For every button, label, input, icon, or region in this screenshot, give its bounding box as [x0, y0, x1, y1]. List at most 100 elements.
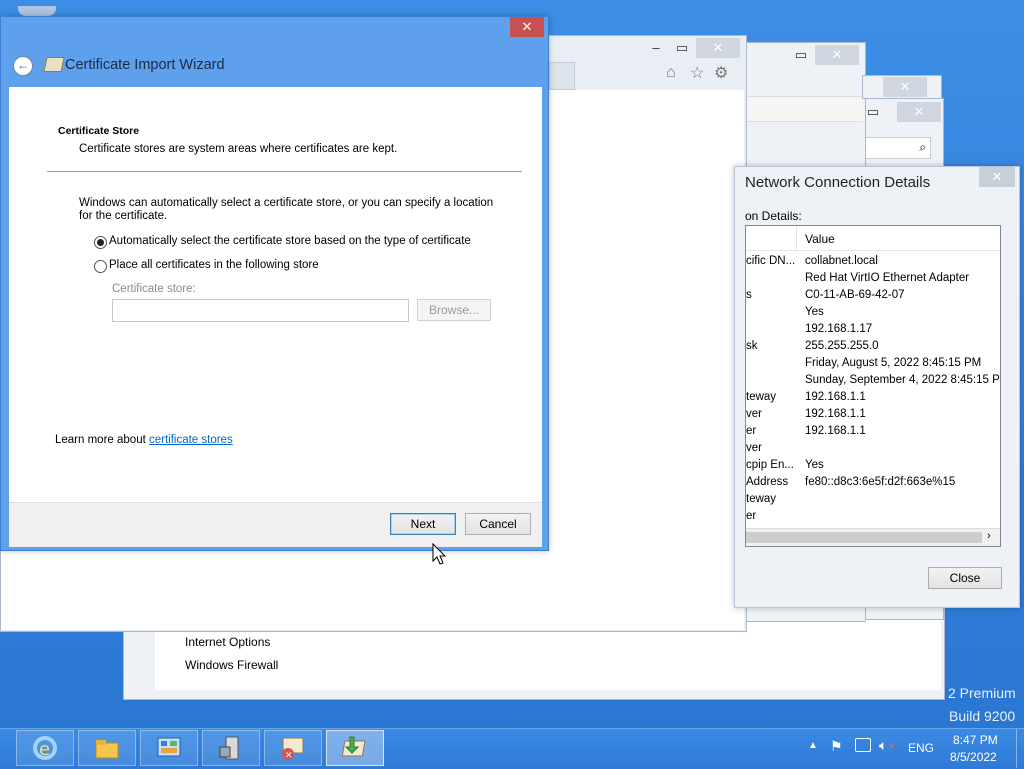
- column-divider: [796, 226, 797, 250]
- scroll-right-icon[interactable]: ›: [987, 530, 991, 542]
- taskbar-server-manager[interactable]: [202, 730, 260, 766]
- close-button[interactable]: ✕: [696, 38, 740, 58]
- radio-place-in-store-label[interactable]: Place all certificates in the following …: [109, 259, 319, 271]
- details-row[interactable]: sk 255.255.255.0: [746, 338, 1000, 355]
- details-row[interactable]: Address fe80::d8c3:6e5f:d2f:663e%15: [746, 474, 1000, 491]
- details-row-property: teway: [746, 493, 777, 505]
- details-row[interactable]: er: [746, 508, 1000, 525]
- scrollbar-thumb[interactable]: [746, 532, 982, 543]
- column-header-value[interactable]: Value: [805, 232, 835, 246]
- svg-text:e: e: [39, 739, 50, 760]
- details-row[interactable]: Sunday, September 4, 2022 8:45:15 PM: [746, 372, 1000, 389]
- details-row-value: 192.168.1.1: [805, 391, 866, 403]
- details-row-value: Friday, August 5, 2022 8:45:15 PM: [805, 357, 982, 369]
- minimize-button[interactable]: –: [647, 38, 665, 58]
- menu-strip: [743, 96, 863, 122]
- details-row-property: sk: [746, 340, 758, 352]
- section-title: Certificate Store: [58, 125, 140, 137]
- action-center-flag-icon[interactable]: ⚑: [830, 738, 843, 755]
- details-row[interactable]: cific DN... collabnet.local: [746, 253, 1000, 270]
- close-button[interactable]: ✕: [897, 102, 941, 122]
- details-row-property: s: [746, 289, 752, 301]
- details-title: Network Connection Details: [745, 174, 931, 191]
- section-divider: [47, 171, 522, 172]
- details-row-property: teway: [746, 391, 777, 403]
- details-row[interactable]: s C0-11-AB-69-42-07: [746, 287, 1000, 304]
- certificate-store-input[interactable]: [112, 299, 409, 322]
- network-icon[interactable]: [855, 738, 871, 752]
- details-row-property: cpip En...: [746, 459, 794, 471]
- details-row-value: 192.168.1.1: [805, 408, 866, 420]
- volume-muted-icon[interactable]: 🔈︎✕: [879, 737, 896, 754]
- show-desktop-button[interactable]: [1016, 729, 1024, 768]
- details-row-value: Red Hat VirtIO Ethernet Adapter: [805, 272, 970, 284]
- wizard-title: Certificate Import Wizard: [65, 57, 225, 73]
- details-row[interactable]: 192.168.1.17: [746, 321, 1000, 338]
- radio-auto-select-label[interactable]: Automatically select the certificate sto…: [109, 235, 471, 247]
- learn-more-prefix: Learn more about: [55, 434, 149, 446]
- certificate-error-icon: ✕: [282, 737, 304, 761]
- wizard-footer: Next Cancel: [9, 502, 542, 547]
- learn-more: Learn more about certificate stores: [55, 434, 233, 446]
- details-row-value: C0-11-AB-69-42-07: [805, 289, 905, 301]
- details-row-value: fe80::d8c3:6e5f:d2f:663e%15: [805, 476, 956, 488]
- search-input[interactable]: ⌕: [865, 137, 931, 159]
- details-close-button[interactable]: Close: [928, 567, 1002, 589]
- browse-button[interactable]: Browse...: [417, 299, 491, 321]
- taskbar-file-explorer[interactable]: [78, 730, 136, 766]
- cp-item-windows-firewall[interactable]: Windows Firewall: [185, 658, 278, 672]
- language-indicator[interactable]: ENG: [908, 741, 934, 755]
- certificate-icon: [43, 57, 65, 72]
- taskbar-certificate-error[interactable]: ✕: [264, 730, 322, 766]
- home-icon[interactable]: ⌂: [666, 64, 676, 82]
- details-row[interactable]: teway 192.168.1.1: [746, 389, 1000, 406]
- details-header: Value: [746, 226, 1000, 251]
- details-list[interactable]: Value cific DN... collabnet.local Red Hat …: [745, 225, 1001, 547]
- gear-icon[interactable]: ⚙: [714, 63, 728, 83]
- taskbar-control-panel[interactable]: [140, 730, 198, 766]
- minimize-button[interactable]: ▭: [865, 102, 881, 122]
- certificate-stores-link[interactable]: certificate stores: [149, 434, 233, 446]
- certificate-import-icon: [341, 736, 366, 757]
- show-hidden-icons-button[interactable]: ▲: [808, 740, 818, 751]
- details-row[interactable]: er 192.168.1.1: [746, 423, 1000, 440]
- search-icon: ⌕: [919, 140, 926, 154]
- cp-item-internet-options[interactable]: Internet Options: [185, 635, 270, 649]
- section-description: Certificate stores are system areas wher…: [79, 143, 398, 155]
- details-row-value: 192.168.1.17: [805, 323, 873, 335]
- radio-place-in-store[interactable]: [94, 260, 107, 273]
- certificate-import-wizard: ✕ ← Certificate Import Wizard Certificat…: [0, 16, 549, 551]
- server-manager-icon: [219, 736, 239, 760]
- maximize-button[interactable]: ▭: [793, 45, 809, 65]
- details-row[interactable]: Red Hat VirtIO Ethernet Adapter: [746, 270, 1000, 287]
- browser-tab[interactable]: [549, 62, 575, 90]
- svg-text:✕: ✕: [285, 751, 293, 761]
- details-row[interactable]: Friday, August 5, 2022 8:45:15 PM: [746, 355, 1000, 372]
- recycle-bin-icon[interactable]: [18, 6, 56, 16]
- details-subtitle: on Details:: [745, 209, 802, 223]
- network-details-dialog: Network Connection Details ✕ on Details:…: [734, 166, 1020, 608]
- next-button[interactable]: Next: [390, 513, 456, 535]
- control-panel-icon: [157, 737, 181, 757]
- details-row[interactable]: teway: [746, 491, 1000, 508]
- internet-explorer-icon: e: [33, 736, 57, 760]
- taskbar-certificate-import[interactable]: [326, 730, 384, 766]
- radio-auto-select[interactable]: [94, 236, 107, 249]
- clock-time[interactable]: 8:47 PM: [953, 733, 998, 747]
- taskbar-internet-explorer[interactable]: e: [16, 730, 74, 766]
- details-close-x[interactable]: ✕: [979, 167, 1015, 187]
- cancel-button[interactable]: Cancel: [465, 513, 531, 535]
- back-button[interactable]: ←: [13, 56, 33, 76]
- details-row[interactable]: ver 192.168.1.1: [746, 406, 1000, 423]
- file-explorer-icon: [95, 740, 119, 759]
- wizard-close-button[interactable]: ✕: [510, 17, 544, 37]
- close-button[interactable]: ✕: [883, 77, 927, 97]
- favorites-icon[interactable]: ☆: [690, 63, 704, 83]
- details-row[interactable]: cpip En... Yes: [746, 457, 1000, 474]
- horizontal-scrollbar[interactable]: ›: [746, 528, 1000, 546]
- close-button[interactable]: ✕: [815, 45, 859, 65]
- details-row[interactable]: Yes: [746, 304, 1000, 321]
- details-row[interactable]: ver: [746, 440, 1000, 457]
- clock-date[interactable]: 8/5/2022: [950, 750, 997, 764]
- maximize-button[interactable]: ▭: [673, 38, 691, 58]
